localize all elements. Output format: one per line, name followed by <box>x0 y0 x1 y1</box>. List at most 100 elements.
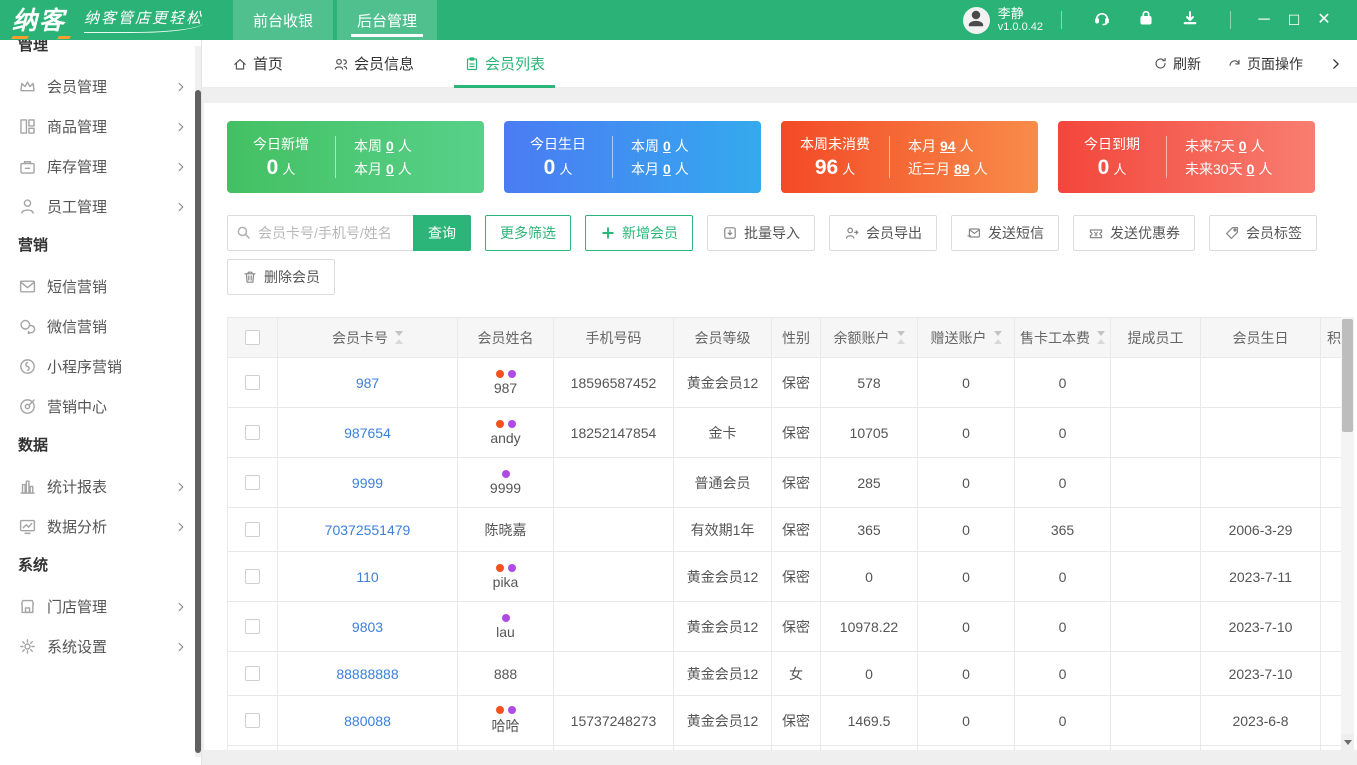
stat-value[interactable]: 0 <box>1247 161 1255 177</box>
sidebar-item-staff-mgmt[interactable]: 员工管理 <box>0 186 201 226</box>
row-checkbox-cell <box>227 457 278 508</box>
query-button[interactable]: 查询 <box>413 215 471 251</box>
stat-value[interactable]: 0 <box>663 161 671 177</box>
member-card-link[interactable]: 110 <box>356 569 378 585</box>
row-checkbox[interactable] <box>245 569 260 584</box>
button-label: 删除会员 <box>264 269 320 285</box>
member-export-button[interactable]: 会员导出 <box>829 215 937 251</box>
stat-value[interactable]: 0 <box>386 138 394 154</box>
tab-member-info[interactable]: 会员信息 <box>329 40 418 88</box>
member-name: andy <box>490 429 521 446</box>
search-input[interactable] <box>227 215 413 251</box>
sidebar-scrollbar-thumb[interactable] <box>195 90 201 753</box>
support-icon[interactable] <box>1092 10 1112 30</box>
tab-home[interactable]: 首页 <box>228 40 287 88</box>
sidebar-item-sms-marketing[interactable]: 短信营销 <box>0 266 201 306</box>
download-icon[interactable] <box>1180 10 1200 30</box>
delete-member-button[interactable]: 删除会员 <box>227 259 335 295</box>
row-checkbox[interactable] <box>245 522 260 537</box>
send-coupon-button[interactable]: 发送优惠券 <box>1073 215 1195 251</box>
row-checkbox[interactable] <box>245 619 260 634</box>
user-meta: 李静 v1.0.0.42 <box>998 6 1043 33</box>
table-scrollbar[interactable] <box>1341 317 1354 750</box>
row-checkbox[interactable] <box>245 425 260 440</box>
table-scrollbar-down-arrow[interactable] <box>1341 734 1354 750</box>
stat-card-detail-row: 本月 0 人 <box>631 160 689 177</box>
empty-cell <box>771 745 821 750</box>
send-sms-button[interactable]: 发送短信 <box>951 215 1059 251</box>
sort-icon[interactable] <box>896 331 905 344</box>
page-ops-icon <box>1227 56 1242 71</box>
page-ops-action[interactable]: 页面操作 <box>1227 54 1303 74</box>
card-fee-cell: 0 <box>1014 357 1111 408</box>
sidebar-scrollbar[interactable] <box>195 46 201 757</box>
more-filter-button[interactable]: 更多筛选 <box>485 215 571 251</box>
sort-icon[interactable] <box>1097 331 1105 344</box>
stat-card-count: 0人 <box>266 156 296 179</box>
staff-cell <box>1110 551 1201 602</box>
sort-icon[interactable] <box>395 331 403 344</box>
tab-member-list[interactable]: 会员列表 <box>454 40 556 88</box>
sort-caret-down <box>896 331 905 336</box>
avatar[interactable] <box>962 6 990 34</box>
member-card-link[interactable]: 70372551479 <box>325 522 411 538</box>
table-scrollbar-thumb[interactable] <box>1342 319 1353 432</box>
row-checkbox[interactable] <box>245 713 260 728</box>
stat-value[interactable]: 94 <box>940 138 956 154</box>
batch-import-button[interactable]: 批量导入 <box>707 215 815 251</box>
chev-right-icon <box>175 200 187 212</box>
minimize-button[interactable]: ─ <box>1249 0 1279 40</box>
member-card-link[interactable]: 987654 <box>344 425 391 441</box>
refresh-action[interactable]: 刷新 <box>1153 54 1201 74</box>
page-ops-expand-icon[interactable] <box>1329 57 1343 71</box>
member-card-link[interactable]: 9803 <box>352 619 383 635</box>
stat-value[interactable]: 89 <box>954 161 970 177</box>
member-card-link[interactable]: 9999 <box>352 475 383 491</box>
member-card-link[interactable]: 88888888 <box>336 666 398 682</box>
gift-cell: 0 <box>917 457 1015 508</box>
row-checkbox[interactable] <box>245 375 260 390</box>
column-header: 积分 <box>1320 317 1342 358</box>
main-area: 首页 会员信息 会员列表 刷新 页面操作 今日新增 0 人 本周 0 人本月 0 人 今日生日 0 人 本周 0… <box>202 40 1357 765</box>
sidebar-item-system-settings[interactable]: 系统设置 <box>0 626 201 666</box>
row-checkbox[interactable] <box>245 475 260 490</box>
stat-value[interactable]: 0 <box>386 161 394 177</box>
column-header: 手机号码 <box>553 317 674 358</box>
nav-tab-backoffice[interactable]: 后台管理 <box>337 0 438 40</box>
phone-cell <box>553 507 674 552</box>
select-all-checkbox[interactable] <box>245 330 260 345</box>
page-tab-label: 会员信息 <box>354 56 415 73</box>
add-member-button[interactable]: 新增会员 <box>585 215 693 251</box>
sidebar-item-stats-report[interactable]: 统计报表 <box>0 466 201 506</box>
member-tag-button[interactable]: 会员标签 <box>1209 215 1317 251</box>
staff-cell <box>1110 651 1201 696</box>
sidebar-item-wechat-marketing[interactable]: 微信营销 <box>0 306 201 346</box>
sort-icon[interactable] <box>993 331 1002 344</box>
sidebar-item-miniprogram-marketing[interactable]: 小程序营销 <box>0 346 201 386</box>
partial-cell <box>1320 507 1342 552</box>
member-card-link[interactable]: 880088 <box>344 713 391 729</box>
sidebar-item-inventory-mgmt[interactable]: 库存管理 <box>0 146 201 186</box>
stat-card-detail-row: 本周 0 人 <box>354 137 412 154</box>
row-checkbox[interactable] <box>245 666 260 681</box>
column-header-label: 会员卡号 <box>332 328 403 348</box>
crown-icon <box>18 77 37 96</box>
sidebar-item-member-mgmt[interactable]: 会员管理 <box>0 66 201 106</box>
member-card-link[interactable]: 987 <box>356 375 379 391</box>
maximize-button[interactable]: ☐ <box>1279 0 1309 40</box>
tag-dot-purple <box>501 613 510 622</box>
table-row: 987654 andy 18252147854 金卡 保密 10705 0 0 <box>227 407 1342 458</box>
close-button[interactable]: ✕ <box>1309 0 1339 40</box>
sidebar-item-data-analysis[interactable]: 数据分析 <box>0 506 201 546</box>
sidebar-item-product-mgmt[interactable]: 商品管理 <box>0 106 201 146</box>
sidebar-item-store-mgmt[interactable]: 门店管理 <box>0 586 201 626</box>
button-label: 发送短信 <box>988 225 1044 241</box>
lock-icon[interactable] <box>1136 10 1156 30</box>
sidebar-item-label: 商品管理 <box>47 118 108 136</box>
nav-tab-frontdesk[interactable]: 前台收银 <box>233 0 334 40</box>
sidebar-item-marketing-center[interactable]: 营销中心 <box>0 386 201 426</box>
stat-value[interactable]: 0 <box>1239 138 1247 154</box>
stat-card-detail-row: 近三月 89 人 <box>908 160 988 177</box>
stat-value[interactable]: 0 <box>663 138 671 154</box>
tag-dot-purple <box>507 563 516 572</box>
